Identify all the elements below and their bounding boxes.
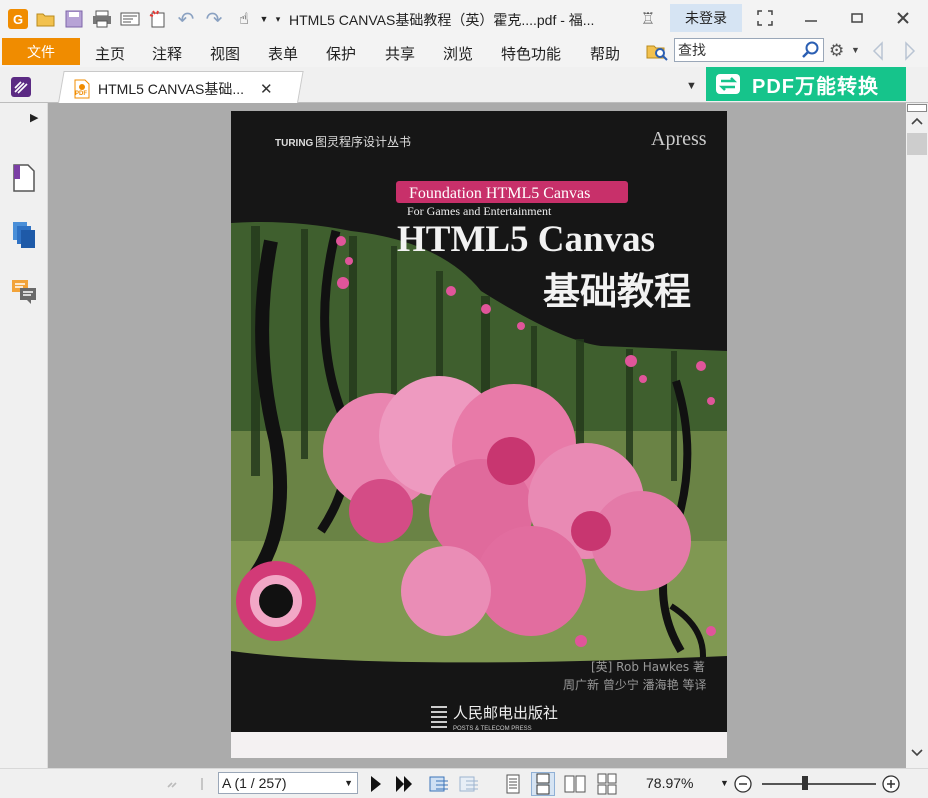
- settings-gear-icon[interactable]: ⚙: [829, 41, 849, 61]
- cover-publisher-brand: Apress: [651, 128, 707, 150]
- menu-features[interactable]: 特色功能: [501, 43, 561, 64]
- hand-tool-icon[interactable]: ☝: [234, 9, 254, 29]
- pdf-convert-banner[interactable]: PDF万能转换: [706, 67, 906, 101]
- close-window-icon[interactable]: [888, 6, 918, 30]
- zoom-slider-thumb[interactable]: [802, 776, 808, 790]
- new-document-icon[interactable]: [148, 9, 168, 29]
- scroll-up-icon[interactable]: [910, 115, 924, 130]
- continuous-view-icon[interactable]: [531, 772, 555, 796]
- left-panel: ▶: [0, 103, 51, 768]
- menu-browse[interactable]: 浏览: [443, 43, 473, 64]
- menu-comment[interactable]: 注释: [152, 43, 182, 64]
- bookmark-icon[interactable]: [11, 163, 37, 193]
- skin-icon[interactable]: ♖: [638, 9, 658, 29]
- previous-view-icon[interactable]: [428, 773, 450, 795]
- open-folder-icon[interactable]: [36, 9, 56, 29]
- search-icon[interactable]: [801, 40, 821, 60]
- split-view-handle[interactable]: [907, 104, 927, 112]
- menu-file[interactable]: 文件: [2, 38, 80, 65]
- tab-close-icon[interactable]: ✕: [260, 80, 273, 98]
- minimize-icon[interactable]: [796, 6, 826, 30]
- menu-protect[interactable]: 保护: [326, 43, 356, 64]
- comments-panel-icon[interactable]: [11, 276, 37, 306]
- cover-subtitle-en: For Games and Entertainment: [407, 204, 552, 218]
- first-page-icon[interactable]: [162, 773, 184, 795]
- page-dropdown-icon[interactable]: ▼: [344, 773, 353, 793]
- scroll-down-icon[interactable]: [910, 747, 924, 762]
- tab-label: HTML5 CANVAS基础...: [98, 81, 244, 97]
- cover-title-cn: 基础教程: [543, 270, 691, 313]
- menu-view[interactable]: 视图: [210, 43, 240, 64]
- cover-author-line: [英] Rob Hawkes 著: [591, 660, 705, 674]
- search-input[interactable]: [678, 41, 796, 59]
- zoom-slider-track[interactable]: [762, 783, 876, 785]
- scroll-thumb[interactable]: [907, 133, 927, 155]
- menu-form[interactable]: 表单: [268, 43, 298, 64]
- cover-ribbon-title: Foundation HTML5 Canvas: [409, 185, 590, 202]
- menu-help[interactable]: 帮助: [590, 43, 620, 64]
- print-icon[interactable]: [92, 9, 112, 29]
- search-box[interactable]: [674, 38, 824, 62]
- cover-main-title: HTML5 Canvas: [397, 219, 655, 260]
- find-in-folder-icon[interactable]: [646, 40, 668, 62]
- window-title: HTML5 CANVAS基础教程（英）霍克....pdf - 福...: [289, 12, 595, 28]
- vertical-scrollbar[interactable]: [906, 103, 928, 768]
- menu-bar: 文件 主页 注释 视图 表单 保护 共享 浏览 特色功能 帮助 ⚙ ▼: [0, 36, 928, 67]
- cover-series-name: 图灵程序设计丛书: [315, 134, 411, 149]
- zoom-out-icon[interactable]: [732, 773, 754, 795]
- previous-page-icon[interactable]: [190, 773, 212, 795]
- pdf-badge: PDF: [75, 91, 87, 97]
- app-logo-icon[interactable]: G: [8, 9, 28, 29]
- title-bar: G ↶ ↷ ☝ ▼ ▾ HTML5 CANVAS基础教程（英）霍克....pdf…: [0, 0, 928, 36]
- pdf-file-icon: PDF: [74, 79, 90, 99]
- cover-series-brand: TURING: [275, 138, 314, 149]
- single-page-view-icon[interactable]: [502, 773, 524, 795]
- status-bar: A (1 / 257) ▼ 78.97% ▼: [0, 768, 928, 798]
- cover-press-cn: 人民邮电出版社: [453, 704, 558, 722]
- zoom-level[interactable]: 78.97%: [646, 775, 693, 791]
- pdf-convert-label: PDF万能转换: [752, 75, 879, 98]
- foxit-home-tab-icon[interactable]: [10, 76, 32, 98]
- pdf-page-cover: Foundation HTML5 Canvas For Games and En…: [231, 111, 727, 758]
- tab-list-dropdown-icon[interactable]: ▼: [686, 80, 697, 92]
- page-number-select[interactable]: A (1 / 257) ▼: [218, 772, 358, 794]
- document-view[interactable]: Foundation HTML5 Canvas For Games and En…: [48, 103, 906, 768]
- maximize-icon[interactable]: [842, 6, 872, 30]
- email-icon[interactable]: [120, 9, 140, 29]
- facing-view-icon[interactable]: [564, 773, 586, 795]
- cover-artwork: Foundation HTML5 Canvas For Games and En…: [231, 111, 727, 758]
- customize-toolbar-icon[interactable]: ▾: [268, 9, 288, 29]
- fullscreen-icon[interactable]: [750, 6, 780, 30]
- next-view-icon[interactable]: [458, 773, 480, 795]
- tab-document-content[interactable]: PDF HTML5 CANVAS基础... ✕: [74, 75, 273, 103]
- last-page-icon[interactable]: [393, 773, 415, 795]
- next-arrow-icon[interactable]: [902, 41, 918, 61]
- page-thumbnails-icon[interactable]: [11, 220, 37, 250]
- continuous-facing-view-icon[interactable]: [596, 773, 618, 795]
- settings-dropdown-icon[interactable]: ▼: [851, 45, 860, 55]
- login-button[interactable]: 未登录: [670, 4, 742, 32]
- cover-translator-line: 周广新 曾少宁 潘海艳 等译: [563, 677, 706, 692]
- menu-home[interactable]: 主页: [95, 43, 125, 64]
- undo-icon[interactable]: ↶: [176, 9, 196, 31]
- page-indicator: A (1 / 257): [222, 775, 287, 791]
- expand-panel-icon[interactable]: ▶: [30, 111, 38, 124]
- zoom-dropdown-icon[interactable]: ▼: [720, 778, 729, 788]
- tab-bar: PDF HTML5 CANVAS基础... ✕ ▼ PDF万能转换: [0, 67, 928, 103]
- zoom-in-icon[interactable]: [880, 773, 902, 795]
- menu-share[interactable]: 共享: [385, 43, 415, 64]
- next-page-icon[interactable]: [365, 773, 387, 795]
- convert-icon: [714, 71, 742, 97]
- redo-icon[interactable]: ↷: [204, 9, 224, 31]
- previous-arrow-icon[interactable]: [870, 41, 886, 61]
- save-icon[interactable]: [64, 9, 84, 29]
- cover-press-en: POSTS & TELECOM PRESS: [453, 726, 532, 732]
